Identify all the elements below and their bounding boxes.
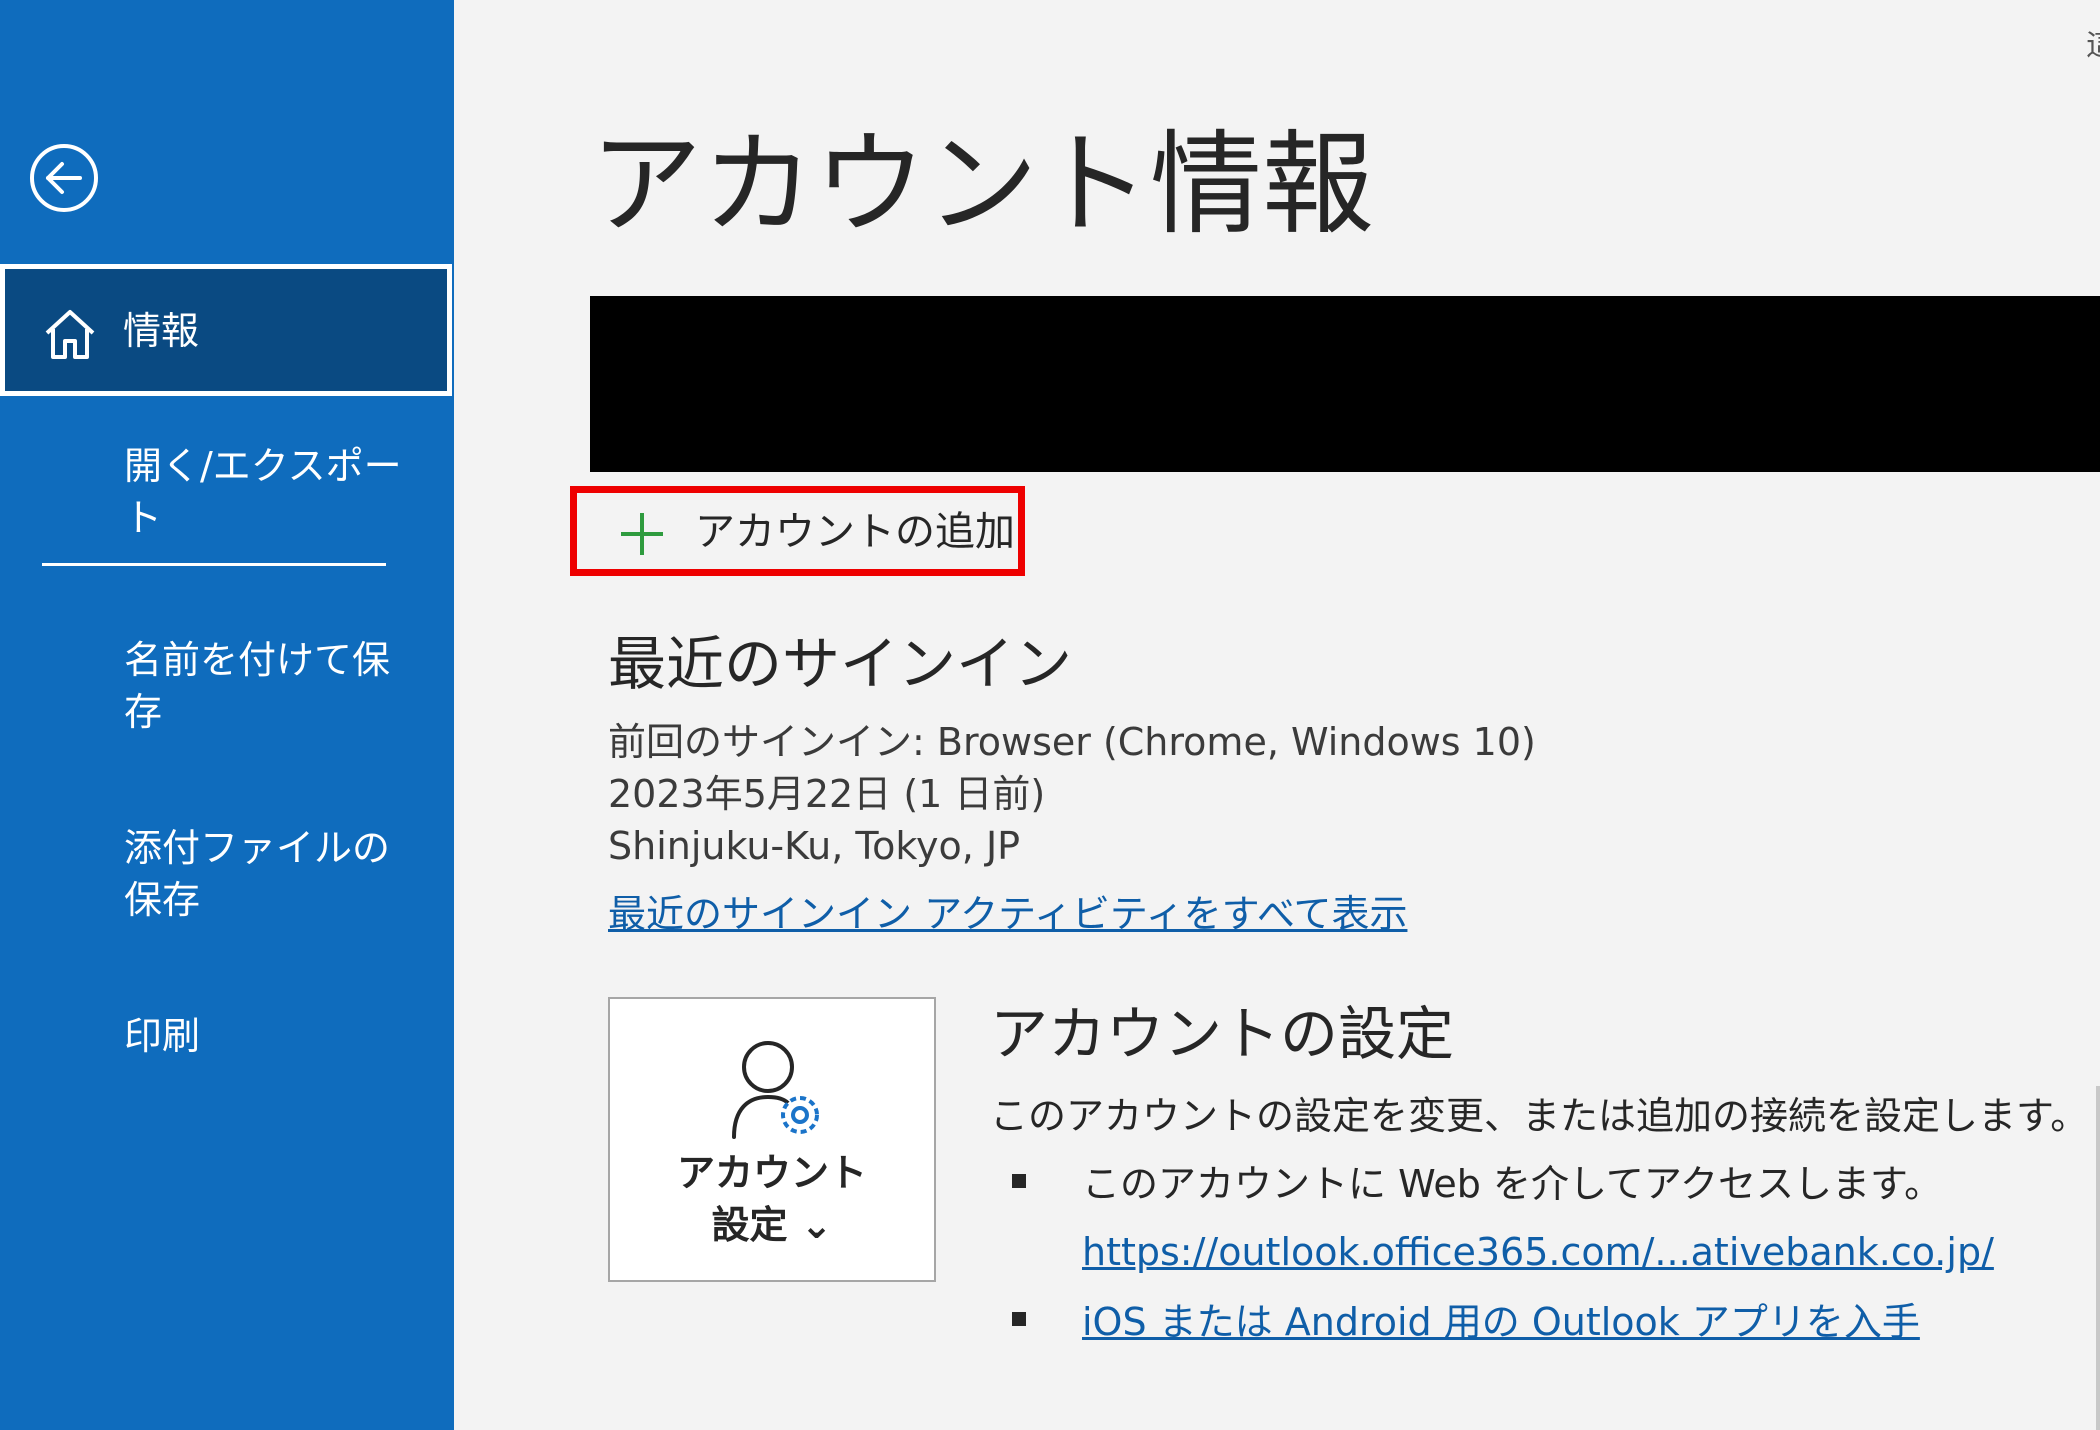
last-signin-location: Shinjuku-Ku, Tokyo, JP <box>608 824 1021 868</box>
sidebar-item-save-attachments[interactable]: 添付ファイルの保存 <box>0 822 452 932</box>
account-settings-button-label: アカウント 設定 ⌄ <box>610 1147 934 1251</box>
account-settings-button[interactable]: アカウント 設定 ⌄ <box>608 997 936 1282</box>
button-line-2: 設定 ⌄ <box>711 1203 833 1247</box>
account-settings-description: このアカウントの設定を変更、または追加の接続を設定します。 <box>990 1094 2089 1138</box>
person-gear-icon <box>732 1041 819 1139</box>
cropped-edge-text: 這 <box>2086 20 2100 64</box>
sidebar-item-open-export[interactable]: 開く/エクスポート <box>0 440 452 540</box>
bullet <box>1012 1174 1026 1188</box>
web-access-text: このアカウントに Web を介してアクセスします。 <box>1082 1162 1943 1206</box>
add-account-button[interactable]: アカウントの追加 <box>570 486 1025 576</box>
redacted-account-info <box>590 296 2100 472</box>
mobile-app-link[interactable]: iOS または Android 用の Outlook アプリを入手 <box>1082 1296 1920 1348</box>
recent-signin-title: 最近のサインイン <box>608 630 1073 698</box>
plus-icon <box>621 513 663 555</box>
arrow-left-circle-icon <box>46 162 82 194</box>
sidebar-item-print[interactable]: 印刷 <box>0 1010 452 1070</box>
home-icon <box>45 310 95 359</box>
sidebar-item-label: 開く/エクスポート <box>124 444 402 540</box>
sidebar-item-info[interactable]: 情報 <box>0 264 452 396</box>
sidebar-item-label: 添付ファイルの保存 <box>124 826 391 922</box>
sidebar-item-label: 名前を付けて保存 <box>124 638 391 734</box>
view-all-signin-link[interactable]: 最近のサインイン アクティビティをすべて表示 <box>608 888 1407 940</box>
last-signin-text: 前回のサインイン: Browser (Chrome, Windows 10) <box>608 720 1536 764</box>
sidebar-item-label: 印刷 <box>124 1014 201 1058</box>
account-settings-title: アカウントの設定 <box>990 1000 1455 1068</box>
scrollbar-edge[interactable] <box>2096 1086 2100 1430</box>
sidebar: 情報 開く/エクスポート 名前を付けて保存 添付ファイルの保存 印刷 <box>0 0 454 1430</box>
button-line-1: アカウント <box>676 1151 867 1195</box>
bullet <box>1012 1312 1026 1326</box>
add-account-label: アカウントの追加 <box>695 509 1015 555</box>
sidebar-item-save-as[interactable]: 名前を付けて保存 <box>0 634 452 744</box>
last-signin-date: 2023年5月22日 (1 日前) <box>608 772 1046 816</box>
outlook-web-link[interactable]: https://outlook.office365.com/...ativeba… <box>1082 1226 1994 1278</box>
sidebar-item-label: 情報 <box>123 309 200 353</box>
back-button[interactable] <box>30 144 98 212</box>
page-title: アカウント情報 <box>590 120 1374 250</box>
sidebar-divider <box>42 563 386 566</box>
